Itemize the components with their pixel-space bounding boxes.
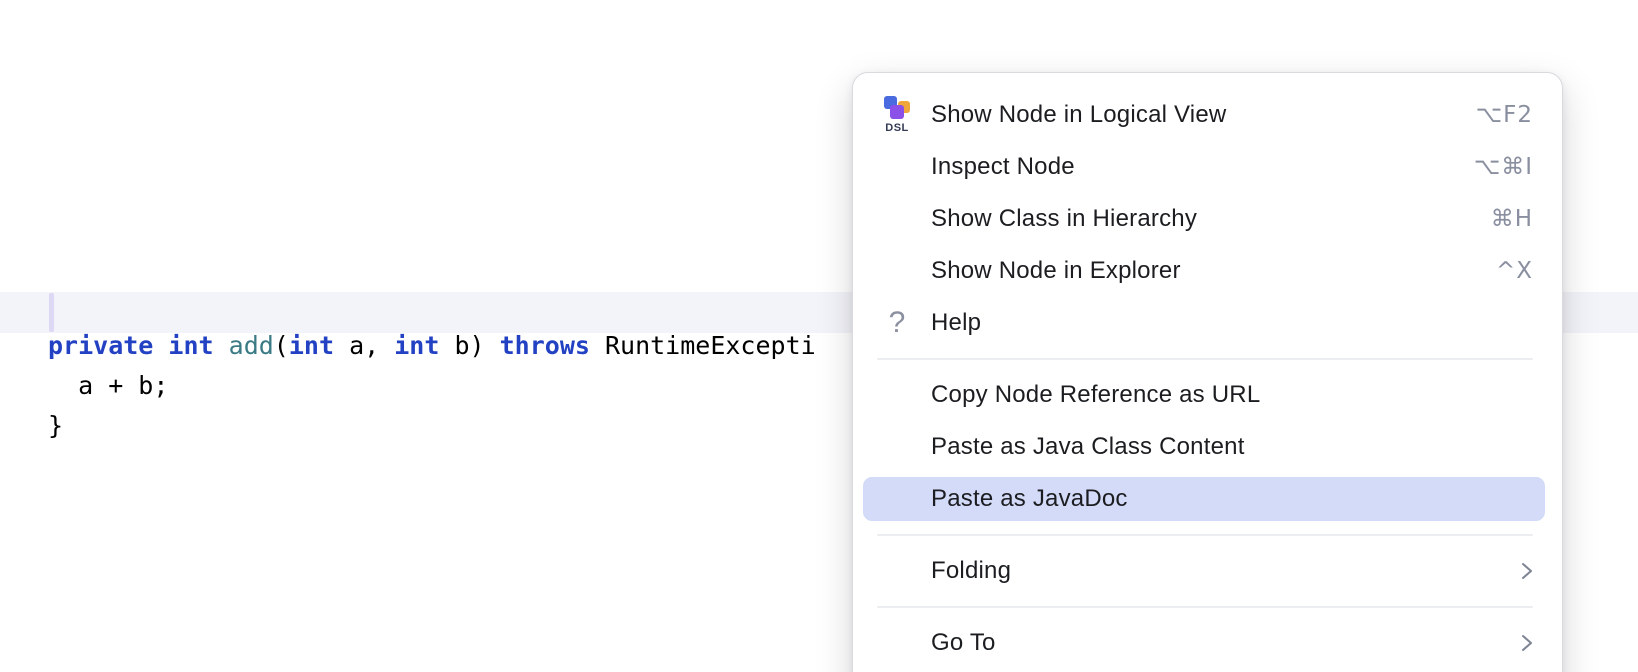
icon-spacer <box>877 251 917 291</box>
code-token: int <box>288 331 335 360</box>
menu-item-show-class-in-hierarchy[interactable]: Show Class in Hierarchy ⌘H <box>863 197 1545 241</box>
code-block[interactable]: private int add(int a, int b) throws Run… <box>48 326 816 446</box>
menu-item-label: Go To <box>931 629 996 656</box>
code-token: } <box>48 411 64 440</box>
chevron-right-icon <box>1521 633 1533 653</box>
code-token: int <box>168 331 214 360</box>
chevron-right-icon <box>1521 561 1533 581</box>
help-icon: ? <box>877 303 917 343</box>
code-token: b) <box>439 331 500 360</box>
menu-item-shortcut: ⌥⌘I <box>1473 154 1533 180</box>
menu-separator <box>877 358 1533 360</box>
menu-item-label: Show Node in Explorer <box>931 257 1181 284</box>
menu-item-label: Paste as Java Class Content <box>931 433 1245 460</box>
menu-item-label: Show Node in Logical View <box>931 101 1227 128</box>
icon-spacer <box>877 551 917 591</box>
menu-item-folding[interactable]: Folding <box>863 549 1545 593</box>
code-token: ( <box>273 331 289 360</box>
menu-item-label: Folding <box>931 557 1012 584</box>
icon-spacer <box>877 427 917 467</box>
menu-item-label: Copy Node Reference as URL <box>931 381 1261 408</box>
menu-item-label: Show Class in Hierarchy <box>931 205 1198 232</box>
code-token: int <box>394 331 440 360</box>
menu-item-go-to[interactable]: Go To <box>863 621 1545 665</box>
code-line[interactable]: } <box>48 406 816 446</box>
screen: private int add(int a, int b) throws Run… <box>0 0 1638 672</box>
icon-spacer <box>877 199 917 239</box>
code-token: a + b; <box>48 371 169 400</box>
context-menu: DSL Show Node in Logical View ⌥F2 Inspect N… <box>852 72 1563 672</box>
code-token: add <box>228 331 274 360</box>
question-mark-glyph: ? <box>888 306 906 339</box>
menu-item-label: Inspect Node <box>931 153 1075 180</box>
code-line[interactable]: private int add(int a, int b) throws Run… <box>48 326 816 366</box>
code-token: throws <box>499 331 590 360</box>
dsl-icon-label: DSL <box>885 122 909 134</box>
icon-spacer <box>877 147 917 187</box>
menu-item-copy-node-reference-as-url[interactable]: Copy Node Reference as URL <box>863 373 1545 417</box>
menu-separator <box>877 534 1533 536</box>
icon-spacer <box>877 623 917 663</box>
dsl-icon: DSL <box>877 95 917 135</box>
menu-item-paste-as-java-class-content[interactable]: Paste as Java Class Content <box>863 425 1545 469</box>
menu-item-inspect-node[interactable]: Inspect Node ⌥⌘I <box>863 145 1545 189</box>
menu-item-paste-as-javadoc[interactable]: Paste as JavaDoc <box>863 477 1545 521</box>
menu-item-show-node-in-explorer[interactable]: Show Node in Explorer ^X <box>863 249 1545 293</box>
code-token: a, <box>334 331 395 360</box>
menu-item-label: Help <box>931 309 982 336</box>
icon-spacer <box>877 479 917 519</box>
code-line[interactable]: a + b; <box>48 366 816 406</box>
menu-item-help[interactable]: ? Help <box>863 301 1545 345</box>
menu-item-shortcut: ⌥F2 <box>1475 102 1533 128</box>
menu-item-label: Paste as JavaDoc <box>931 485 1128 512</box>
menu-item-show-node-in-logical-view[interactable]: DSL Show Node in Logical View ⌥F2 <box>863 93 1545 137</box>
code-token: RuntimeExcepti <box>589 331 816 360</box>
menu-item-shortcut: ⌘H <box>1490 206 1533 232</box>
menu-item-shortcut: ^X <box>1495 258 1533 284</box>
code-token: private <box>48 331 154 360</box>
icon-spacer <box>877 375 917 415</box>
dsl-icon-glyph: DSL <box>881 96 913 134</box>
menu-separator <box>877 606 1533 608</box>
